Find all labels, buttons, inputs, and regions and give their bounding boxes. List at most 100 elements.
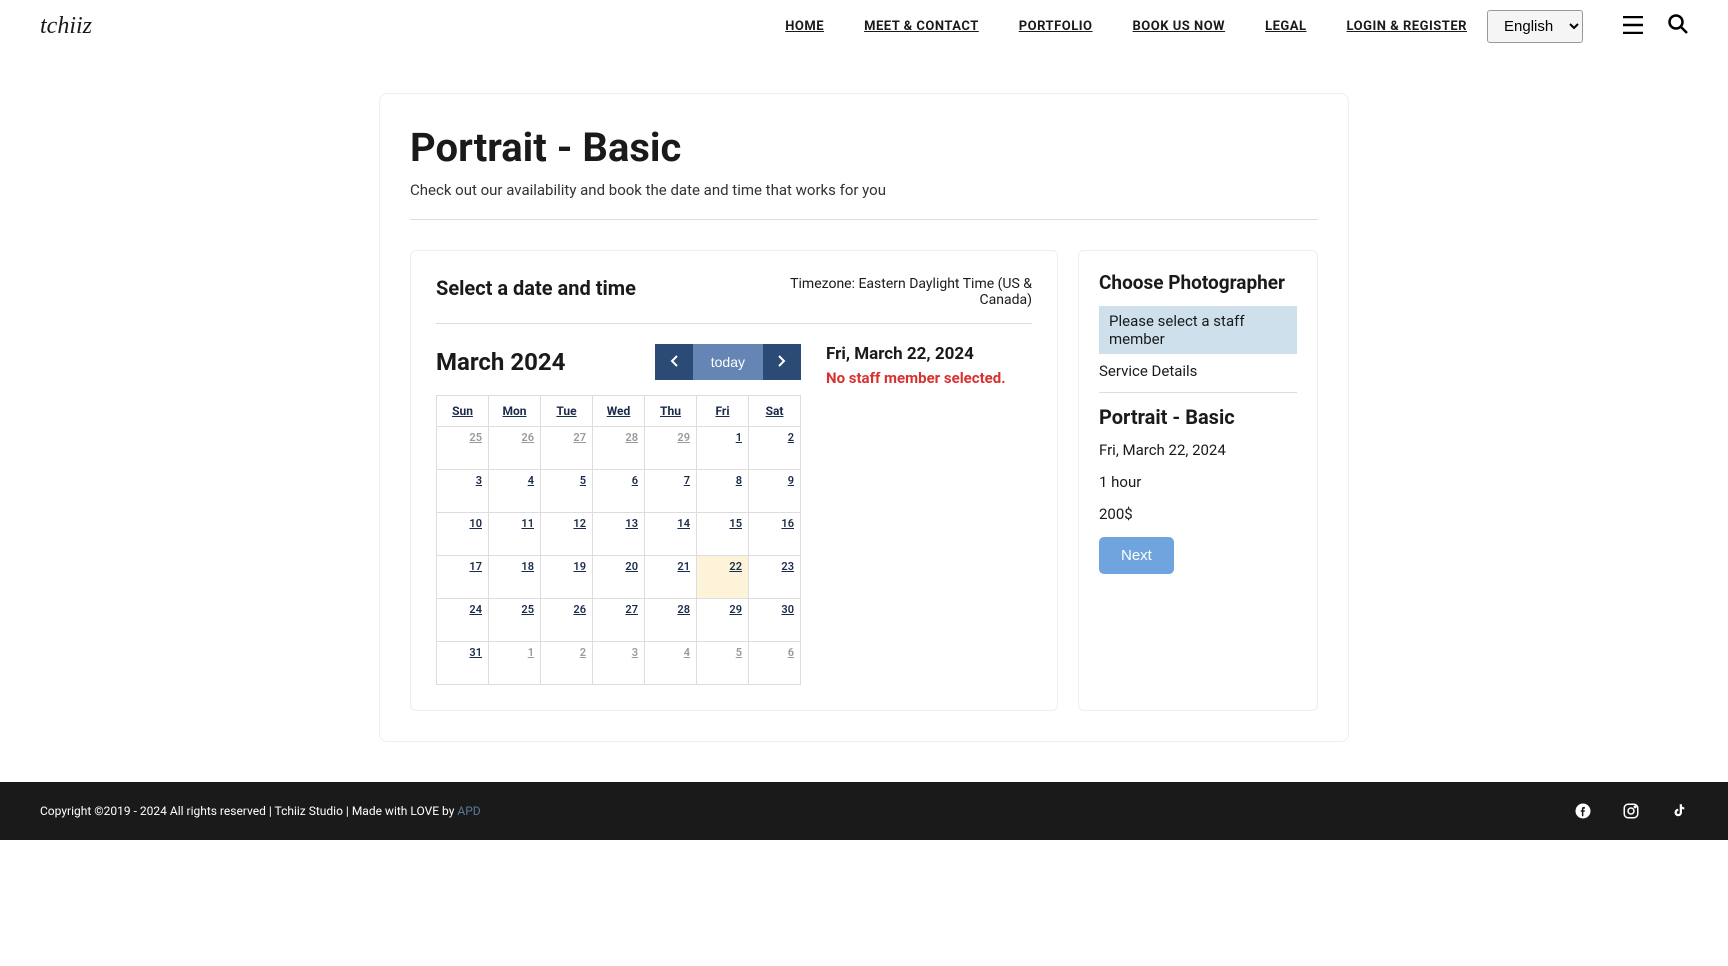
calendar-day-cell[interactable]: 3 xyxy=(593,642,645,685)
chevron-left-icon xyxy=(670,355,678,367)
calendar-day-cell[interactable]: 30 xyxy=(749,599,801,642)
logo[interactable]: tchiiz xyxy=(40,13,92,40)
calendar-day-cell[interactable]: 2 xyxy=(749,427,801,470)
service-details-label: Service Details xyxy=(1099,362,1297,393)
main-content: Portrait - Basic Check out our availabil… xyxy=(379,93,1349,742)
calendar-panel-header: Select a date and time Timezone: Eastern… xyxy=(436,276,1032,324)
next-month-button[interactable] xyxy=(763,344,801,380)
calendar-day-header: Tue xyxy=(541,396,593,427)
calendar-day-cell[interactable]: 4 xyxy=(645,642,697,685)
calendar-day-cell[interactable]: 26 xyxy=(541,599,593,642)
no-staff-warning: No staff member selected. xyxy=(826,369,1032,387)
calendar-day-cell[interactable]: 25 xyxy=(489,599,541,642)
calendar-day-cell[interactable]: 17 xyxy=(437,556,489,599)
header: tchiiz HOME MEET & CONTACT PORTFOLIO BOO… xyxy=(0,0,1728,53)
calendar-day-cell[interactable]: 15 xyxy=(697,513,749,556)
calendar-day-header: Mon xyxy=(489,396,541,427)
calendar-day-cell[interactable]: 4 xyxy=(489,470,541,513)
calendar-day-cell[interactable]: 10 xyxy=(437,513,489,556)
nav-login-register[interactable]: LOGIN & REGISTER xyxy=(1347,19,1467,34)
calendar-day-cell[interactable]: 5 xyxy=(541,470,593,513)
selected-date-label: Fri, March 22, 2024 xyxy=(826,344,1032,364)
booking-content: Select a date and time Timezone: Eastern… xyxy=(410,250,1318,711)
calendar-day-cell[interactable]: 24 xyxy=(437,599,489,642)
calendar-nav: today xyxy=(655,344,801,380)
tiktok-icon[interactable] xyxy=(1670,802,1688,820)
copyright: Copyright ©2019 - 2024 All rights reserv… xyxy=(40,804,481,818)
social-icons xyxy=(1574,802,1688,820)
calendar-day-cell[interactable]: 29 xyxy=(645,427,697,470)
calendar-day-cell[interactable]: 3 xyxy=(437,470,489,513)
select-date-title: Select a date and time xyxy=(436,276,636,300)
calendar-header: March 2024 today xyxy=(436,344,801,380)
calendar-day-cell[interactable]: 6 xyxy=(593,470,645,513)
calendar-day-cell[interactable]: 28 xyxy=(645,599,697,642)
next-button[interactable]: Next xyxy=(1099,537,1174,574)
footer-credit-link[interactable]: APD xyxy=(457,804,480,818)
calendar-day-cell[interactable]: 23 xyxy=(749,556,801,599)
main-nav: HOME MEET & CONTACT PORTFOLIO BOOK US NO… xyxy=(785,19,1467,34)
calendar-day-cell[interactable]: 8 xyxy=(697,470,749,513)
calendar-day-cell[interactable]: 2 xyxy=(541,642,593,685)
calendar-day-cell[interactable]: 29 xyxy=(697,599,749,642)
calendar-day-cell[interactable]: 25 xyxy=(437,427,489,470)
today-button[interactable]: today xyxy=(693,344,763,380)
calendar-day-cell[interactable]: 28 xyxy=(593,427,645,470)
calendar-section: March 2024 today xyxy=(436,344,1032,685)
calendar-day-cell[interactable]: 26 xyxy=(489,427,541,470)
calendar-day-cell[interactable]: 7 xyxy=(645,470,697,513)
calendar-day-cell[interactable]: 19 xyxy=(541,556,593,599)
calendar-day-cell[interactable]: 9 xyxy=(749,470,801,513)
staff-select-placeholder[interactable]: Please select a staff member xyxy=(1099,306,1297,354)
calendar-day-cell[interactable]: 11 xyxy=(489,513,541,556)
service-date: Fri, March 22, 2024 xyxy=(1099,441,1297,459)
service-name: Portrait - Basic xyxy=(1099,405,1297,429)
prev-month-button[interactable] xyxy=(655,344,693,380)
calendar-day-cell[interactable]: 1 xyxy=(489,642,541,685)
calendar-day-cell[interactable]: 20 xyxy=(593,556,645,599)
search-icon[interactable] xyxy=(1668,14,1688,39)
calendar-panel: Select a date and time Timezone: Eastern… xyxy=(410,250,1058,711)
month-year: March 2024 xyxy=(436,348,565,376)
nav-book-us[interactable]: BOOK US NOW xyxy=(1133,19,1226,34)
footer: Copyright ©2019 - 2024 All rights reserv… xyxy=(0,782,1728,840)
calendar-day-cell[interactable]: 21 xyxy=(645,556,697,599)
calendar-day-cell[interactable]: 22 xyxy=(697,556,749,599)
calendar-day-cell[interactable]: 16 xyxy=(749,513,801,556)
facebook-icon[interactable] xyxy=(1574,802,1592,820)
timezone-label: Timezone: Eastern Daylight Time (US & Ca… xyxy=(772,276,1032,308)
calendar-day-cell[interactable]: 1 xyxy=(697,427,749,470)
calendar-day-header: Sun xyxy=(437,396,489,427)
calendar-grid: SunMonTueWedThuFriSat 252627282912345678… xyxy=(436,395,801,685)
language-select[interactable]: English xyxy=(1487,10,1583,43)
nav-portfolio[interactable]: PORTFOLIO xyxy=(1019,19,1093,34)
instagram-icon[interactable] xyxy=(1622,802,1640,820)
calendar-day-cell[interactable]: 27 xyxy=(541,427,593,470)
calendar-day-header: Thu xyxy=(645,396,697,427)
calendar-day-cell[interactable]: 13 xyxy=(593,513,645,556)
calendar-day-header: Sat xyxy=(749,396,801,427)
calendar-day-header: Wed xyxy=(593,396,645,427)
header-icons xyxy=(1623,14,1688,39)
calendar-day-header: Fri xyxy=(697,396,749,427)
page-title: Portrait - Basic xyxy=(410,124,1318,171)
sidebar-panel: Choose Photographer Please select a staf… xyxy=(1078,250,1318,711)
choose-photographer-title: Choose Photographer xyxy=(1099,271,1297,294)
service-price: 200$ xyxy=(1099,505,1297,523)
page-subtitle: Check out our availability and book the … xyxy=(410,181,1318,220)
calendar-day-cell[interactable]: 14 xyxy=(645,513,697,556)
service-duration: 1 hour xyxy=(1099,473,1297,491)
nav-legal[interactable]: LEGAL xyxy=(1265,19,1306,34)
calendar-day-cell[interactable]: 6 xyxy=(749,642,801,685)
calendar-day-cell[interactable]: 5 xyxy=(697,642,749,685)
calendar-day-cell[interactable]: 18 xyxy=(489,556,541,599)
calendar-day-cell[interactable]: 27 xyxy=(593,599,645,642)
calendar-day-cell[interactable]: 12 xyxy=(541,513,593,556)
nav-meet-contact[interactable]: MEET & CONTACT xyxy=(864,19,979,34)
menu-icon[interactable] xyxy=(1623,15,1643,39)
calendar-day-cell[interactable]: 31 xyxy=(437,642,489,685)
chevron-right-icon xyxy=(778,355,786,367)
calendar: March 2024 today xyxy=(436,344,801,685)
nav-home[interactable]: HOME xyxy=(785,19,824,34)
date-info: Fri, March 22, 2024 No staff member sele… xyxy=(826,344,1032,685)
